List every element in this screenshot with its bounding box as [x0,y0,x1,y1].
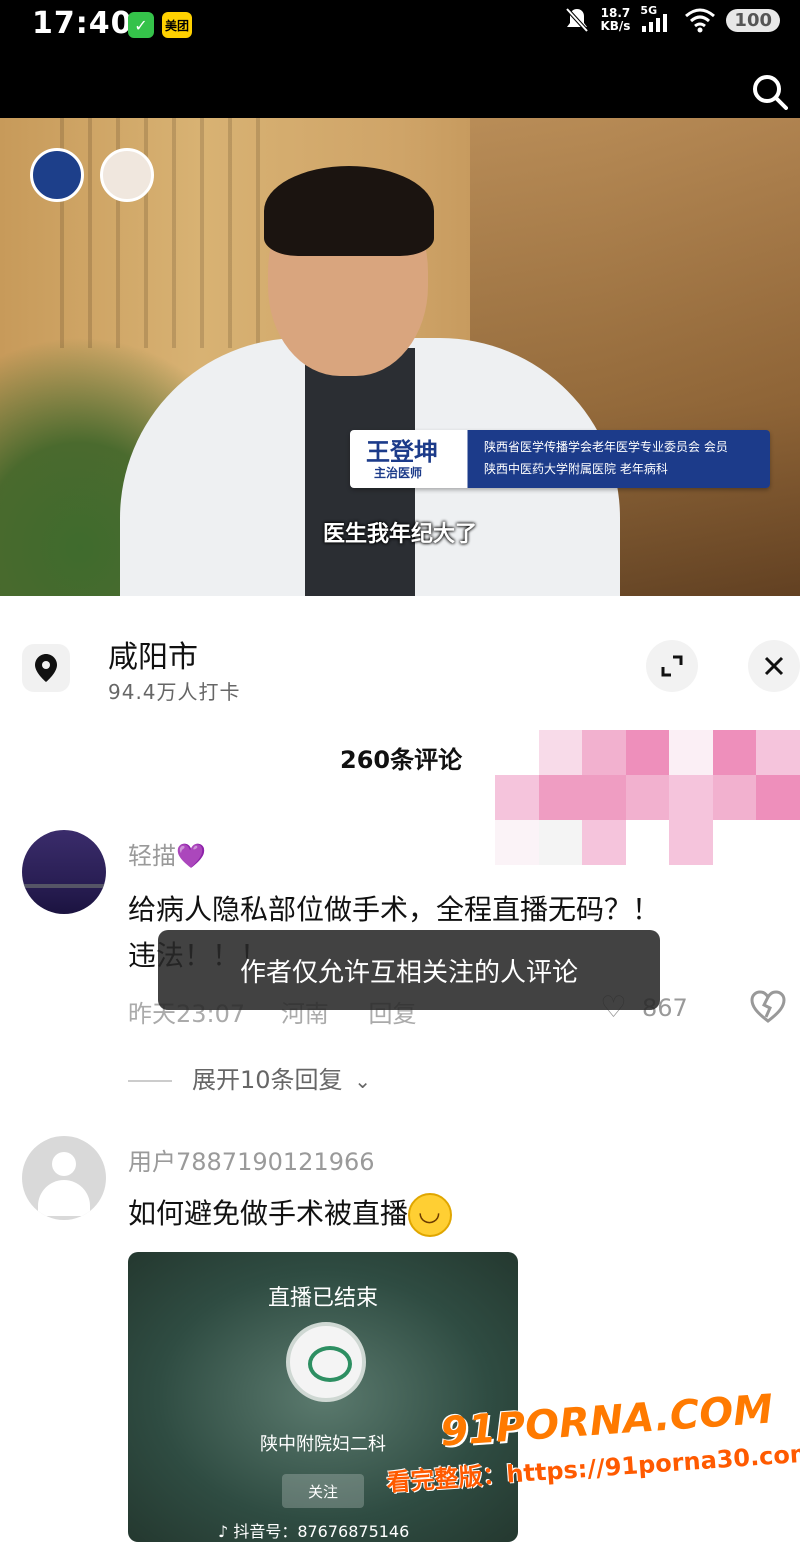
comment-text-line-1: 给病人隐私部位做手术，全程直播无码？！ [128,893,661,926]
comment-text-content: 如何避免做手术被直播 [128,1197,409,1230]
calligraphy-scroll [60,118,260,348]
default-avatar-icon[interactable] [22,1136,106,1220]
pixelated-overlay [495,730,800,865]
status-time: 17:40 [32,6,133,41]
dislike-broken-heart-icon[interactable] [750,990,786,1032]
society-logo-icon [30,148,84,202]
video-player[interactable]: 王登坤 主治医师 陕西省医学传播学会老年医学专业委员会 会员 陕西中医药大学附属… [0,118,800,596]
doctor-hair [264,166,434,256]
commenter-avatar[interactable] [22,830,106,914]
chevron-down-icon: ⌄ [354,1069,371,1093]
hospital-logo-icon [100,148,154,202]
commenter-name[interactable]: 用户7887190121966 [128,1142,375,1177]
network-speed: 18.7 KB/s [600,7,630,33]
affiliation-line-2: 陕西中医药大学附属医院 老年病科 [484,462,668,476]
douyin-id: ♪ 抖音号：87676875146 [218,1518,409,1542]
signal-icon: 5G [640,4,674,34]
doctor-title: 主治医师 [374,466,423,480]
close-button[interactable] [748,640,800,692]
wechat-notification-icon: ✓ [128,12,154,38]
expand-replies-button[interactable]: 展开10条回复 ⌄ [128,1060,371,1095]
status-indicators: 18.7 KB/s 5G 100 [564,4,780,34]
location-city[interactable]: 咸阳市 [108,632,198,676]
status-bar: 17:40 ✓ 美团 18.7 KB/s 5G 100 [0,0,800,48]
expand-button[interactable] [646,640,698,692]
mute-bell-icon [565,7,589,33]
replies-divider [128,1080,172,1082]
top-bar [0,48,800,120]
comment-count: 260条评论 [340,746,463,774]
video-subtitle: 医生我年纪大了 [322,522,477,547]
douyin-id-text: 抖音号：87676875146 [233,1522,410,1541]
toast-message: 作者仅允许互相关注的人评论 [158,930,660,1010]
commenter-name[interactable]: 轻描💜 [128,836,206,871]
hospital-account-logo-icon [286,1322,366,1402]
expand-icon [661,655,683,677]
follow-button[interactable]: 关注 [282,1474,364,1508]
avatar-head-shape [52,1152,76,1176]
expand-replies-label: 展开10条回复 [192,1066,343,1094]
wifi-icon [685,8,716,33]
avatar-body-shape [38,1180,90,1216]
live-ended-title: 直播已结束 [267,1286,378,1311]
doctor-name-card: 王登坤 主治医师 陕西省医学传播学会老年医学专业委员会 会员 陕西中医药大学附属… [350,430,770,488]
search-icon[interactable] [752,74,788,110]
smile-emoji-icon [408,1193,453,1237]
location-pin-icon[interactable] [22,644,70,692]
meituan-notification-icon: 美团 [162,12,192,38]
network-speed-unit: KB/s [600,19,631,33]
close-icon [764,656,784,676]
doctor-name: 王登坤 [366,438,438,466]
battery-indicator: 100 [726,8,780,32]
comment-text: 如何避免做手术被直播 [128,1192,453,1237]
live-ended-card[interactable]: 直播已结束 陕中附院妇二科 关注 ♪ 抖音号：87676875146 [128,1252,518,1542]
location-checkins: 94.4万人打卡 [108,680,241,704]
affiliation-line-1: 陕西省医学传播学会老年医学专业委员会 会员 [484,440,728,454]
douyin-logo-icon: ♪ [218,1522,229,1541]
